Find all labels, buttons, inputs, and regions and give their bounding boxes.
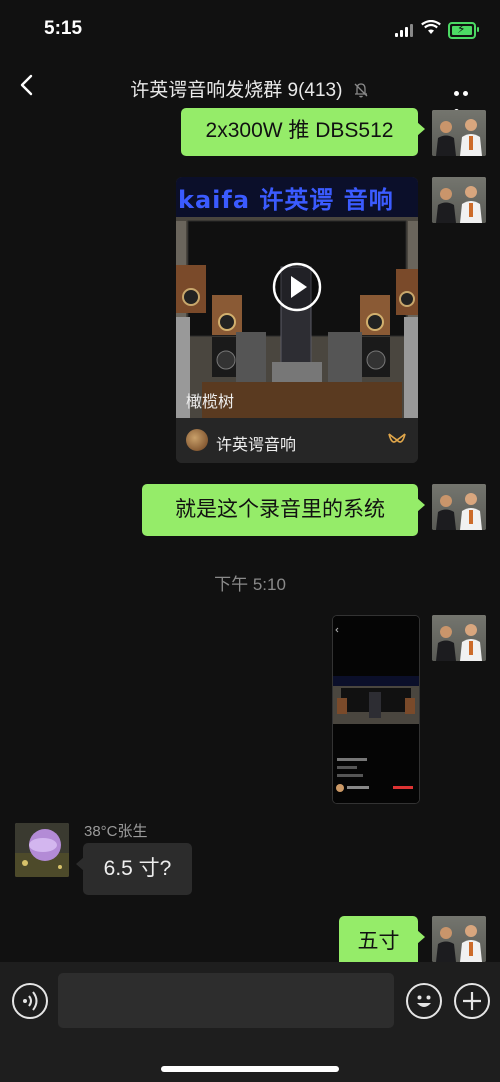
chat-title-text: 许英谔音响发烧群 9(413)	[130, 80, 343, 101]
emoji-icon[interactable]	[406, 983, 442, 1019]
video-caption: 橄榄树	[186, 394, 235, 411]
more-icon[interactable]	[454, 83, 480, 114]
message-text: 6.5 寸?	[103, 857, 172, 880]
message-bubble-incoming[interactable]: 6.5 寸?	[76, 843, 192, 895]
video-thumbnail: kaifa 许英谔 音响 橄榄树	[176, 177, 418, 418]
battery-icon: ⚡	[448, 22, 479, 39]
channels-logo-icon	[388, 433, 406, 443]
chat-header: 许英谔音响发烧群 9(413)	[0, 58, 500, 114]
channel-avatar	[186, 429, 208, 451]
sender-name: 38°C张生	[84, 823, 148, 840]
plus-icon[interactable]	[454, 983, 490, 1019]
avatar-self[interactable]	[432, 110, 486, 156]
mute-icon	[354, 83, 368, 98]
avatar-self[interactable]	[432, 615, 486, 661]
message-text: 2x300W 推 DBS512	[205, 119, 394, 142]
chat-title: 许英谔音响发烧群 9(413)	[0, 75, 500, 102]
avatar-self[interactable]	[432, 916, 486, 962]
video-message[interactable]: kaifa 许英谔 音响 橄榄树 许英谔音响	[176, 177, 418, 463]
message-text: 五寸	[357, 930, 400, 953]
wifi-icon	[421, 20, 441, 34]
home-indicator[interactable]	[161, 1066, 339, 1072]
avatar-self[interactable]	[432, 177, 486, 223]
message-bubble-outgoing[interactable]: 就是这个录音里的系统	[142, 484, 425, 536]
cellular-signal-icon	[395, 24, 413, 37]
play-icon[interactable]	[272, 262, 322, 312]
channel-name: 许英谔音响	[216, 437, 297, 454]
avatar-self[interactable]	[432, 484, 486, 530]
avatar-sender[interactable]	[15, 823, 69, 877]
status-time: 5:15	[44, 18, 83, 39]
image-message[interactable]	[332, 615, 420, 804]
message-bubble-outgoing[interactable]: 五寸	[339, 916, 425, 968]
video-sign: kaifa 许英谔 音响	[178, 186, 394, 214]
message-input[interactable]	[58, 973, 394, 1028]
video-channel-footer: 许英谔音响	[176, 418, 418, 463]
message-text: 就是这个录音里的系统	[175, 498, 385, 521]
voice-icon[interactable]	[12, 983, 48, 1019]
message-bubble-outgoing[interactable]: 2x300W 推 DBS512	[181, 108, 425, 156]
message-timestamp: 下午 5:10	[214, 575, 286, 594]
status-bar: 5:15 ⚡	[0, 0, 500, 58]
